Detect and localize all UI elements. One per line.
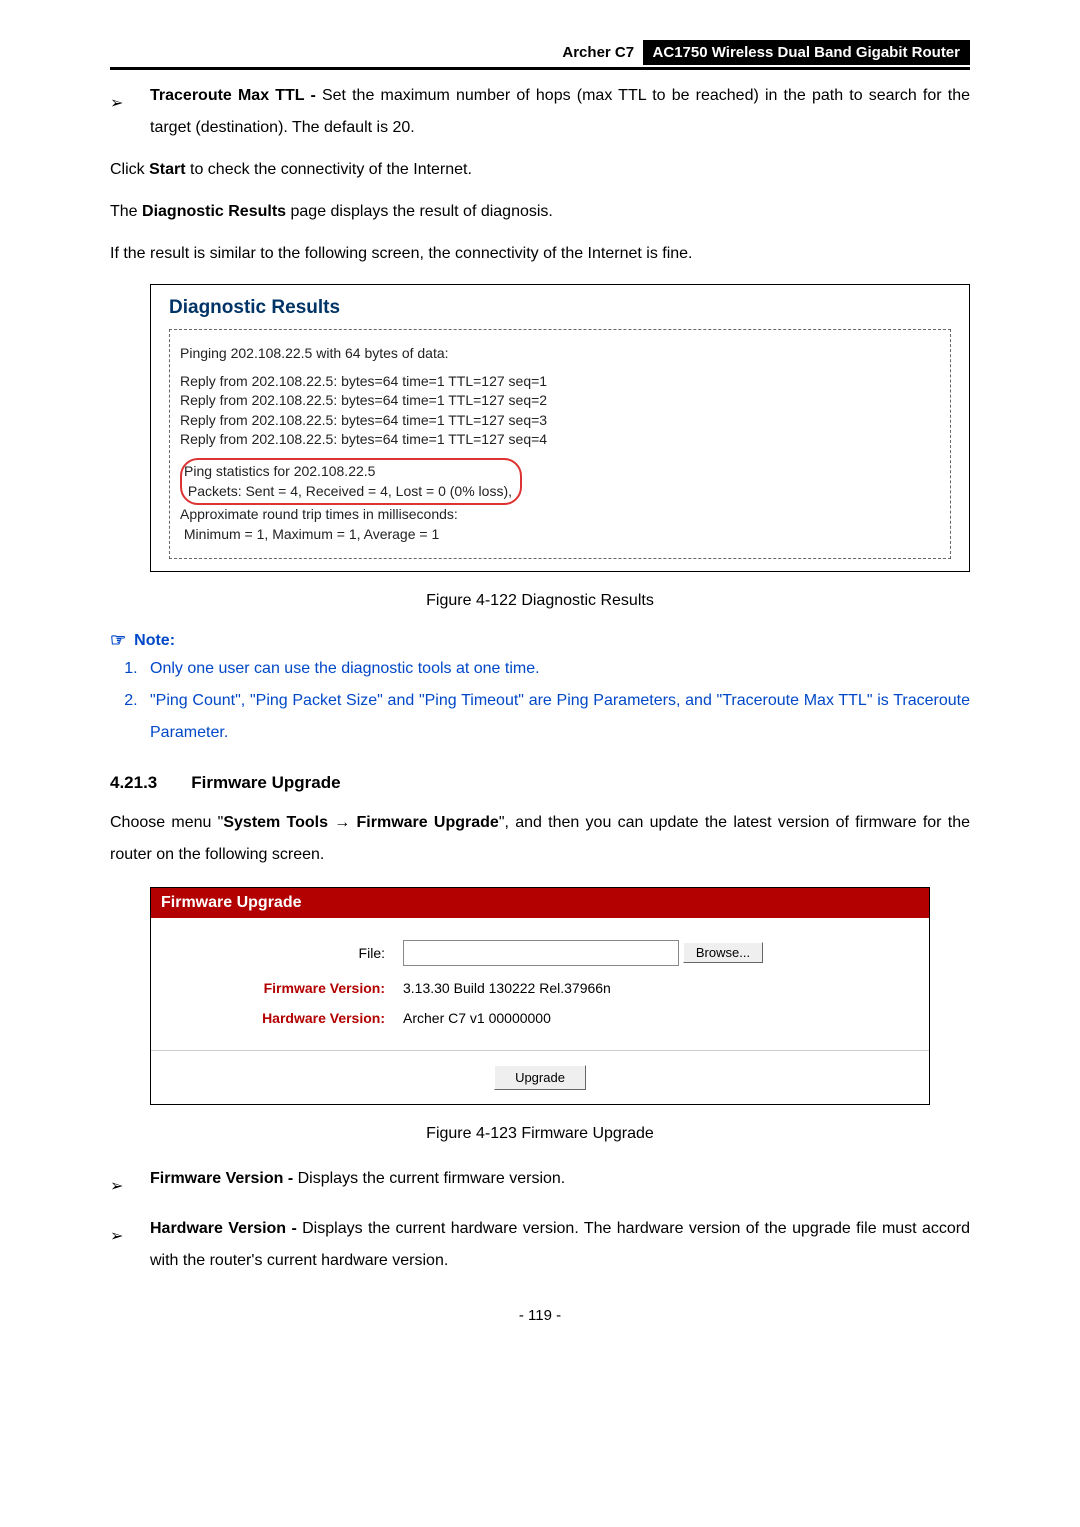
- diagnostic-results-title: Diagnostic Results: [169, 297, 951, 319]
- note-item-2: "Ping Count", "Ping Packet Size" and "Pi…: [142, 685, 970, 749]
- diag-approx: Approximate round trip times in millisec…: [180, 505, 940, 525]
- hardware-version-bullet: Hardware Version - Displays the current …: [150, 1213, 970, 1277]
- click-start-post: to check the connectivity of the Interne…: [186, 161, 472, 178]
- header-model: Archer C7: [562, 44, 634, 61]
- diag-reply-4: Reply from 202.108.22.5: bytes=64 time=1…: [180, 430, 940, 450]
- firmware-upgrade-header: Firmware Upgrade: [151, 888, 929, 918]
- diag-stats-block: Ping statistics for 202.108.22.5 Packets…: [180, 458, 940, 544]
- upgrade-button[interactable]: Upgrade: [494, 1065, 586, 1090]
- fw-intro-arrow: →: [328, 814, 357, 831]
- firmware-version-label: Firmware Version:: [175, 980, 403, 996]
- traceroute-label: Traceroute Max TTL -: [150, 87, 322, 104]
- bullet-marker: ➢: [110, 1213, 150, 1253]
- hardware-version-label: Hardware Version:: [175, 1010, 403, 1026]
- section-heading-firmware-upgrade: 4.21.3 Firmware Upgrade: [110, 773, 970, 793]
- firmware-upgrade-panel: Firmware Upgrade File: Browse... Firmwar…: [150, 887, 930, 1105]
- click-start-line: Click Start to check the connectivity of…: [110, 154, 970, 186]
- page-header: Archer C7 AC1750 Wireless Dual Band Giga…: [110, 40, 970, 65]
- note-list: Only one user can use the diagnostic too…: [110, 653, 970, 749]
- header-rule: [110, 67, 970, 70]
- file-input[interactable]: [403, 940, 679, 966]
- firmware-version-bullet: Firmware Version - Displays the current …: [150, 1163, 970, 1195]
- hw-ver-bullet-bold: Hardware Version -: [150, 1220, 302, 1237]
- diag-results-pre: The: [110, 203, 142, 220]
- diag-results-post: page displays the result of diagnosis.: [286, 203, 553, 220]
- fw-intro-bold2: Firmware Upgrade: [357, 814, 499, 831]
- diag-pinging: Pinging 202.108.22.5 with 64 bytes of da…: [180, 344, 940, 364]
- diag-replies: Reply from 202.108.22.5: bytes=64 time=1…: [180, 372, 940, 450]
- diag-stats-highlight: Ping statistics for 202.108.22.5 Packets…: [180, 458, 522, 505]
- figure-4-123-caption: Figure 4-123 Firmware Upgrade: [110, 1125, 970, 1143]
- diagnostic-results-body: Pinging 202.108.22.5 with 64 bytes of da…: [169, 329, 951, 559]
- fw-intro-bold1: System Tools: [223, 814, 328, 831]
- header-title: AC1750 Wireless Dual Band Gigabit Router: [643, 40, 970, 65]
- diag-results-line: The Diagnostic Results page displays the…: [110, 196, 970, 228]
- similar-line: If the result is similar to the followin…: [110, 238, 970, 270]
- page-number: - 119 -: [110, 1307, 970, 1324]
- click-start-pre: Click: [110, 161, 149, 178]
- note-item-1: Only one user can use the diagnostic too…: [142, 653, 970, 685]
- firmware-intro: Choose menu "System Tools → Firmware Upg…: [110, 807, 970, 871]
- fw-intro-pre: Choose menu ": [110, 814, 223, 831]
- figure-4-122-caption: Figure 4-122 Diagnostic Results: [110, 592, 970, 610]
- diagnostic-results-panel: Diagnostic Results Pinging 202.108.22.5 …: [150, 284, 970, 572]
- diag-stats-2: Packets: Sent = 4, Received = 4, Lost = …: [184, 482, 512, 502]
- fw-ver-bullet-text: Displays the current firmware version.: [298, 1170, 566, 1187]
- browse-button[interactable]: Browse...: [683, 942, 763, 963]
- bullet-marker: ➢: [110, 1163, 150, 1203]
- note-label: Note:: [134, 632, 175, 650]
- diag-reply-2: Reply from 202.108.22.5: bytes=64 time=1…: [180, 391, 940, 411]
- diag-minmax: Minimum = 1, Maximum = 1, Average = 1: [180, 525, 940, 545]
- diag-reply-1: Reply from 202.108.22.5: bytes=64 time=1…: [180, 372, 940, 392]
- diag-stats-1: Ping statistics for 202.108.22.5: [184, 462, 512, 482]
- diag-reply-3: Reply from 202.108.22.5: bytes=64 time=1…: [180, 411, 940, 431]
- hardware-version-value: Archer C7 v1 00000000: [403, 1010, 551, 1026]
- diag-results-bold: Diagnostic Results: [142, 203, 286, 220]
- traceroute-bullet: Traceroute Max TTL - Set the maximum num…: [150, 80, 970, 144]
- click-start-bold: Start: [149, 161, 185, 178]
- file-label: File:: [175, 945, 403, 961]
- note-icon: ☞: [110, 630, 126, 651]
- note-heading: ☞ Note:: [110, 630, 970, 651]
- firmware-version-value: 3.13.30 Build 130222 Rel.37966n: [403, 980, 611, 996]
- fw-ver-bullet-bold: Firmware Version -: [150, 1170, 298, 1187]
- bullet-marker: ➢: [110, 80, 150, 120]
